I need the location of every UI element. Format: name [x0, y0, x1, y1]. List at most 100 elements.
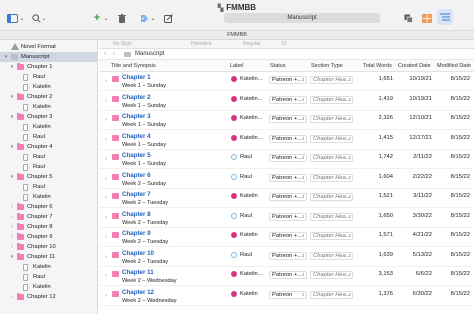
chevron-down-icon[interactable]: ▾ [9, 172, 15, 182]
outline-row[interactable]: › Chapter 4 Week 1 – Sunday Katelin... Patre… [99, 131, 474, 150]
section-type-select[interactable]: Chapter Hea... ⇕ [310, 290, 353, 299]
section-type-select[interactable]: Chapter Hea... ⇕ [310, 76, 353, 84]
status-select[interactable]: Patreon +... ⇕ [269, 173, 307, 182]
chevron-right-icon[interactable]: › [105, 98, 107, 104]
row-synopsis[interactable]: Week 1 – Sunday [122, 83, 166, 89]
row-title[interactable]: Chapter 3 [122, 113, 151, 120]
row-title[interactable]: Chapter 7 [122, 191, 151, 198]
outline-row[interactable]: › Chapter 12 Week 2 – Wednesday Katelin Patr… [99, 287, 474, 306]
status-select[interactable]: Patreon +... ⇕ [269, 134, 307, 143]
row-label[interactable]: Katelin... [240, 96, 263, 102]
outline-row[interactable]: › Chapter 6 Week 2 – Sunday Raul Patreon +..… [99, 170, 474, 189]
status-select[interactable]: Patreon +... ⇕ [269, 251, 307, 260]
binder-item[interactable]: ▾ Chapter 11 [0, 252, 97, 262]
col-words[interactable]: Total Words [363, 60, 392, 72]
binder-item[interactable]: › Chapter 10 [0, 242, 97, 252]
copy-icon[interactable] [403, 11, 413, 25]
binder-item[interactable]: Katelin [0, 192, 97, 202]
binder-item[interactable]: Katelin [0, 102, 97, 112]
row-label[interactable]: Katelin... [240, 76, 263, 82]
chevron-right-icon[interactable]: › [105, 195, 107, 201]
sidebar-chevron-down-icon[interactable]: ⌄ [19, 11, 25, 25]
size-select[interactable]: 12 [281, 40, 287, 49]
row-label[interactable]: Katelin... [240, 271, 263, 277]
row-synopsis[interactable]: Week 1 – Sunday [122, 142, 166, 148]
row-label[interactable]: Raul [240, 174, 252, 180]
row-title[interactable]: Chapter 6 [122, 172, 151, 179]
chevron-right-icon[interactable]: › [105, 234, 107, 240]
outline-row[interactable]: › Chapter 7 Week 2 – Tuesday Katelin Patreon… [99, 189, 474, 208]
binder-item[interactable]: › Chapter 6 [0, 202, 97, 212]
outline-view-icon[interactable] [437, 9, 453, 25]
row-label[interactable]: Raul [240, 154, 252, 160]
binder-item[interactable]: › Chapter 12 [0, 292, 97, 302]
row-title[interactable]: Chapter 2 [122, 94, 151, 101]
chevron-right-icon[interactable]: › [9, 292, 15, 302]
row-synopsis[interactable]: Week 2 – Tuesday [122, 239, 168, 245]
status-select[interactable]: Patreon +... ⇕ [269, 271, 307, 279]
status-select[interactable]: Patreon +... ⇕ [269, 212, 307, 221]
outline-row[interactable]: › Chapter 10 Week 2 – Tuesday Raul Patreon +… [99, 248, 474, 267]
chevron-down-icon[interactable]: ▾ [9, 62, 15, 72]
row-synopsis[interactable]: Week 2 – Wednesday [122, 278, 177, 284]
binder-item[interactable]: Raul [0, 132, 97, 142]
outline-row[interactable]: › Chapter 9 Week 2 – Tuesday Katelin Patreon… [99, 228, 474, 247]
chevron-right-icon[interactable]: › [105, 293, 107, 299]
add-chevron-down-icon[interactable]: ⌄ [103, 11, 109, 25]
binder-item[interactable]: Katelin [0, 82, 97, 92]
chevron-right-icon[interactable]: › [105, 137, 107, 143]
outline-row[interactable]: › Chapter 2 Week 1 – Sunday Katelin... Patre… [99, 92, 474, 111]
chevron-right-icon[interactable]: › [105, 215, 107, 221]
section-type-select[interactable]: Chapter Hea... ⇕ [310, 95, 353, 104]
chevron-right-icon[interactable]: › [9, 222, 15, 232]
row-title[interactable]: Chapter 12 [122, 289, 154, 296]
col-modified[interactable]: Modified Date [437, 60, 471, 72]
chevron-right-icon[interactable]: › [105, 156, 107, 162]
chevron-down-icon[interactable]: ▾ [9, 112, 15, 122]
chevron-right-icon[interactable]: › [9, 242, 15, 252]
chevron-down-icon[interactable]: ▾ [9, 92, 15, 102]
chevron-right-icon[interactable]: › [105, 254, 107, 260]
status-select[interactable]: Patreon +... ⇕ [269, 95, 307, 104]
outline-row[interactable]: › Chapter 1 Week 1 – Sunday Katelin... Patre… [99, 72, 474, 91]
chevron-right-icon[interactable]: › [105, 273, 107, 279]
binder-item[interactable]: Katelin [0, 122, 97, 132]
col-created[interactable]: Created Date [398, 60, 431, 72]
binder-item[interactable]: ▾ Chapter 2 [0, 92, 97, 102]
outline-row[interactable]: › Chapter 11 Week 2 – Wednesday Katelin... P… [99, 267, 474, 286]
row-label[interactable]: Katelin [240, 193, 258, 199]
chevron-right-icon[interactable]: › [9, 212, 15, 222]
binder-item[interactable]: Katelin [0, 282, 97, 292]
back-arrow-icon[interactable]: ‹ [104, 49, 106, 60]
chevron-down-icon[interactable]: ▾ [9, 252, 15, 262]
binder-item[interactable]: Raul [0, 152, 97, 162]
chevron-down-icon[interactable]: ▾ [9, 142, 15, 152]
status-select[interactable]: Patreon +... ⇕ [269, 76, 307, 84]
style-select[interactable]: No Style [113, 40, 132, 49]
row-title[interactable]: Chapter 10 [122, 250, 154, 257]
col-title[interactable]: Title and Synopsis [111, 60, 156, 72]
row-title[interactable]: Chapter 4 [122, 133, 151, 140]
sidebar-icon[interactable] [5, 11, 19, 25]
binder-item[interactable]: Raul [0, 272, 97, 282]
col-status[interactable]: Status [270, 60, 286, 72]
font-select[interactable]: Helvetica [191, 40, 212, 49]
row-title[interactable]: Chapter 5 [122, 152, 151, 159]
binder-item[interactable]: › Chapter 9 [0, 232, 97, 242]
weight-select[interactable]: Regular [243, 40, 261, 49]
row-synopsis[interactable]: Week 2 – Tuesday [122, 259, 168, 265]
label-chevron-down-icon[interactable]: ⌄ [150, 11, 156, 25]
row-label[interactable]: Raul [240, 252, 252, 258]
chevron-right-icon[interactable]: › [105, 176, 107, 182]
forward-arrow-icon[interactable]: › [113, 49, 115, 60]
binder-item[interactable]: ▾ Manuscript [0, 52, 97, 62]
section-type-select[interactable]: Chapter Hea... ⇕ [310, 193, 353, 201]
outline-row[interactable]: › Chapter 5 Week 1 – Sunday Raul Patreon +..… [99, 150, 474, 169]
row-title[interactable]: Chapter 9 [122, 230, 151, 237]
row-synopsis[interactable]: Week 1 – Sunday [122, 122, 166, 128]
binder-item[interactable]: Katelin [0, 262, 97, 272]
binder-item[interactable]: ▾ Chapter 3 [0, 112, 97, 122]
row-title[interactable]: Chapter 8 [122, 211, 151, 218]
row-synopsis[interactable]: Week 2 – Tuesday [122, 200, 168, 206]
row-synopsis[interactable]: Week 1 – Sunday [122, 161, 166, 167]
